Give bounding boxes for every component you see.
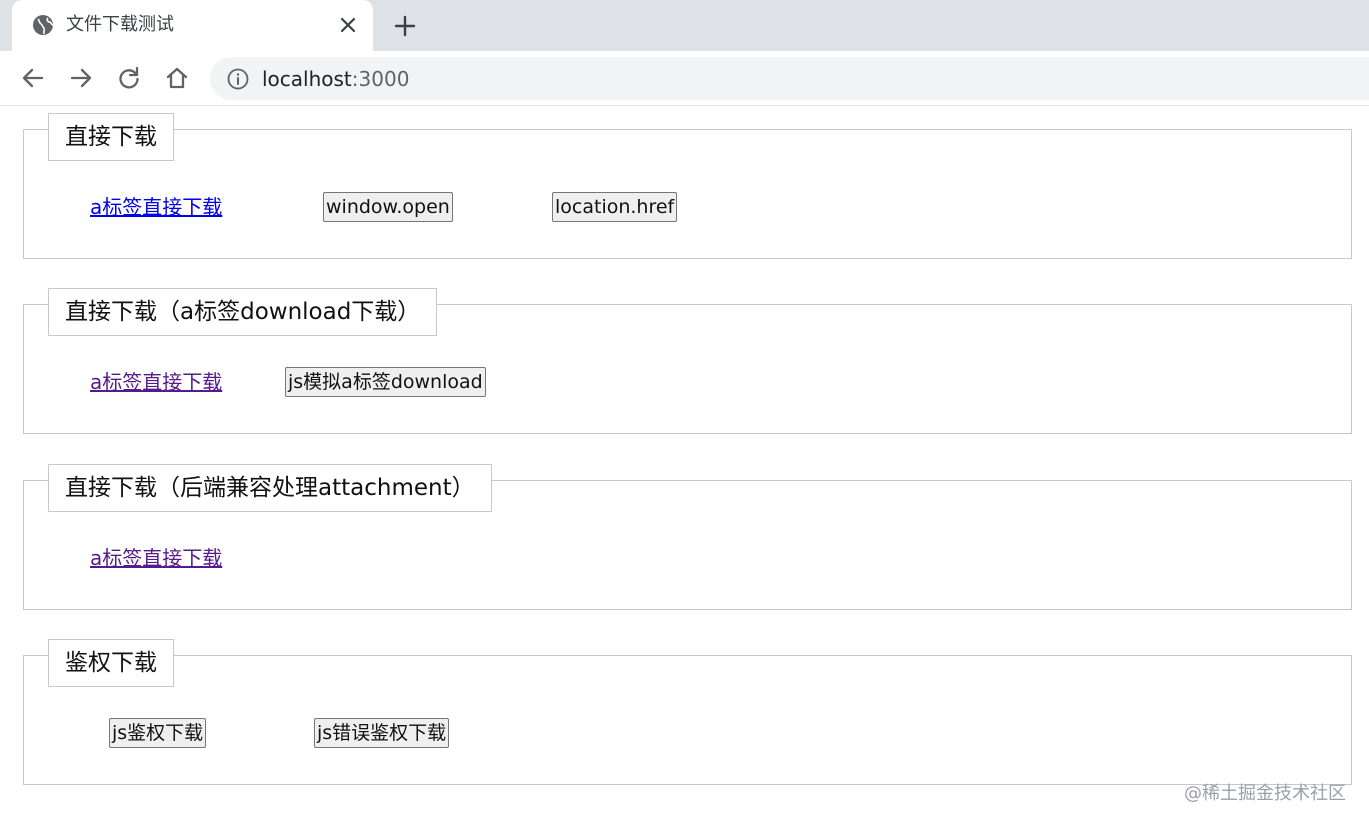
section-a-download-attr: 直接下载（a标签download下载） a标签直接下载 js模拟a标签downl… (23, 288, 1352, 434)
forward-arrow-icon[interactable] (68, 65, 94, 91)
watermark: @稀土掘金技术社区 (1184, 783, 1346, 804)
url-host: localhost (262, 67, 352, 91)
reload-icon[interactable] (116, 65, 142, 91)
location-href-button[interactable]: location.href (552, 192, 678, 222)
url-port: :3000 (351, 67, 410, 91)
close-icon[interactable] (336, 13, 360, 37)
a-tag-download-link[interactable]: a标签直接下载 (90, 194, 222, 220)
js-auth-download-button[interactable]: js鉴权下载 (109, 718, 207, 748)
plus-icon[interactable] (392, 13, 418, 39)
address-bar[interactable]: localhost:3000 (210, 57, 1369, 100)
section-legend: 直接下载（a标签download下载） (48, 288, 438, 336)
url-text: localhost:3000 (262, 66, 409, 92)
home-icon[interactable] (164, 65, 190, 91)
window-open-button[interactable]: window.open (323, 192, 453, 222)
section-direct-download: 直接下载 a标签直接下载 window.open location.href (23, 113, 1352, 259)
a-tag-download-link[interactable]: a标签直接下载 (90, 369, 222, 395)
tab-title: 文件下载测试 (66, 14, 174, 35)
info-icon[interactable] (227, 68, 249, 90)
tab-strip: 文件下载测试 (0, 0, 1369, 51)
section-auth-download: 鉴权下载 js鉴权下载 js错误鉴权下载 (23, 639, 1352, 785)
section-legend: 直接下载 (48, 113, 174, 161)
js-simulate-download-button[interactable]: js模拟a标签download (285, 367, 486, 397)
section-attachment-download: 直接下载（后端兼容处理attachment） a标签直接下载 (23, 464, 1352, 610)
globe-icon (32, 14, 54, 36)
browser-tab[interactable]: 文件下载测试 (12, 0, 373, 51)
a-tag-download-link[interactable]: a标签直接下载 (90, 545, 222, 571)
section-legend: 鉴权下载 (48, 639, 174, 687)
browser-toolbar: localhost:3000 (0, 51, 1369, 106)
back-arrow-icon[interactable] (20, 65, 46, 91)
js-wrong-auth-download-button[interactable]: js错误鉴权下载 (314, 718, 450, 748)
section-legend: 直接下载（后端兼容处理attachment） (48, 464, 492, 512)
page-content: 直接下载 a标签直接下载 window.open location.href 直… (0, 107, 1369, 825)
